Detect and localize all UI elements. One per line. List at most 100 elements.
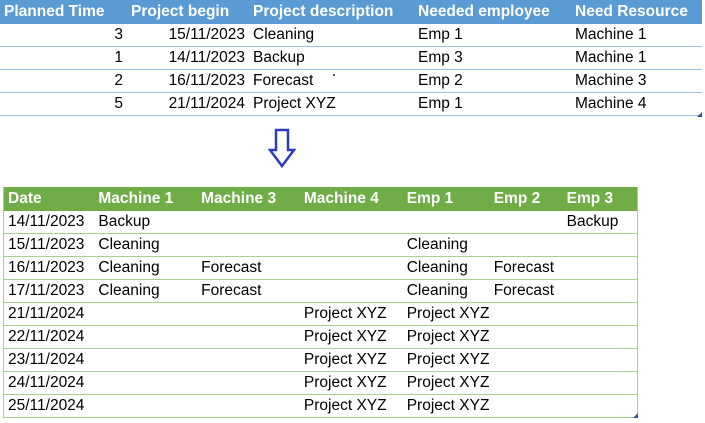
table-row: 5 21/11/2024 Project XYZ Emp 1 Machine 4 <box>0 92 702 116</box>
cell-machine-3[interactable]: Forecast <box>197 279 300 303</box>
cell-emp-1[interactable]: Project XYZ <box>402 348 490 372</box>
cell-machine-4[interactable]: Project XYZ <box>299 325 403 349</box>
cell-machine-1[interactable] <box>94 302 198 326</box>
cell-date[interactable]: 24/11/2024 <box>3 371 95 395</box>
table-resize-handle[interactable] <box>633 413 638 418</box>
cell-planned-time[interactable]: 5 <box>0 92 127 116</box>
cell-emp-1[interactable]: Project XYZ <box>402 394 490 418</box>
cell-emp-1[interactable]: Cleaning <box>402 233 490 257</box>
cell-emp-1[interactable]: Cleaning <box>402 256 490 280</box>
cell-machine-1[interactable]: Cleaning <box>94 256 198 280</box>
cell-emp-3[interactable] <box>562 394 638 418</box>
cell-emp-2[interactable] <box>489 233 563 257</box>
cell-planned-time[interactable]: 1 <box>0 46 127 70</box>
table-row: 14/11/2023 Backup Backup <box>3 211 638 234</box>
cell-emp-2[interactable]: Forecast <box>489 279 563 303</box>
cell-emp-3[interactable] <box>562 302 638 326</box>
cell-machine-3[interactable] <box>197 325 300 349</box>
cell-date[interactable]: 23/11/2024 <box>3 348 95 372</box>
header-emp-1[interactable]: Emp 1 <box>402 187 490 211</box>
header-project-description[interactable]: Project description <box>249 0 414 24</box>
cell-machine-3[interactable] <box>197 348 300 372</box>
cell-machine-4[interactable]: Project XYZ <box>299 348 403 372</box>
header-machine-1[interactable]: Machine 1 <box>94 187 198 211</box>
cell-machine-1[interactable] <box>94 371 198 395</box>
cell-machine-4[interactable] <box>299 211 403 234</box>
cell-date[interactable]: 22/11/2024 <box>3 325 95 349</box>
cell-emp-2[interactable] <box>489 325 563 349</box>
cell-date[interactable]: 16/11/2023 <box>3 256 95 280</box>
cell-needed-employee[interactable]: Emp 2 <box>414 69 571 93</box>
cell-emp-3[interactable] <box>562 348 638 372</box>
cell-machine-4[interactable] <box>299 233 403 257</box>
cell-project-begin[interactable]: 16/11/2023 <box>127 69 249 93</box>
cell-machine-3[interactable] <box>197 394 300 418</box>
cell-project-description[interactable]: Project XYZ <box>249 92 414 116</box>
cell-need-resource[interactable]: Machine 4 <box>571 92 702 116</box>
header-planned-time[interactable]: Planned Time <box>0 0 127 24</box>
header-needed-employee[interactable]: Needed employee <box>414 0 571 24</box>
cell-date[interactable]: 17/11/2023 <box>3 279 95 303</box>
cell-machine-4[interactable] <box>299 256 403 280</box>
header-need-resource[interactable]: Need Resource <box>571 0 702 24</box>
cell-needed-employee[interactable]: Emp 3 <box>414 46 571 70</box>
cell-machine-4[interactable]: Project XYZ <box>299 394 403 418</box>
cell-project-begin[interactable]: 21/11/2024 <box>127 92 249 116</box>
cell-project-description[interactable]: Backup <box>249 46 414 70</box>
cell-machine-1[interactable] <box>94 325 198 349</box>
header-machine-4[interactable]: Machine 4 <box>299 187 403 211</box>
cell-emp-1[interactable]: Cleaning <box>402 279 490 303</box>
cell-machine-1[interactable]: Cleaning <box>94 233 198 257</box>
cell-project-description[interactable]: Forecast <box>249 69 414 93</box>
cell-machine-4[interactable] <box>299 279 403 303</box>
cell-need-resource[interactable]: Machine 1 <box>571 24 702 47</box>
cell-planned-time[interactable]: 2 <box>0 69 127 93</box>
cell-emp-3[interactable] <box>562 256 638 280</box>
cell-machine-1[interactable]: Cleaning <box>94 279 198 303</box>
cell-emp-3[interactable] <box>562 371 638 395</box>
cell-machine-3[interactable] <box>197 302 300 326</box>
cell-emp-2[interactable] <box>489 302 563 326</box>
cell-emp-1[interactable] <box>402 211 490 234</box>
cell-machine-1[interactable] <box>94 394 198 418</box>
cell-emp-3[interactable] <box>562 279 638 303</box>
cell-machine-4[interactable]: Project XYZ <box>299 302 403 326</box>
cell-emp-2[interactable] <box>489 394 563 418</box>
header-date[interactable]: Date <box>3 187 95 211</box>
cell-project-description[interactable]: Cleaning <box>249 24 414 47</box>
header-emp-2[interactable]: Emp 2 <box>489 187 563 211</box>
cell-emp-3[interactable] <box>562 233 638 257</box>
cell-emp-1[interactable]: Project XYZ <box>402 371 490 395</box>
cell-planned-time[interactable]: 3 <box>0 24 127 47</box>
cell-date[interactable]: 15/11/2023 <box>3 233 95 257</box>
cell-machine-1[interactable] <box>94 348 198 372</box>
cell-need-resource[interactable]: Machine 3 <box>571 69 702 93</box>
cell-machine-1[interactable]: Backup <box>94 211 198 234</box>
cell-date[interactable]: 14/11/2023 <box>3 211 95 234</box>
cell-project-begin[interactable]: 15/11/2023 <box>127 24 249 47</box>
table-row: 3 15/11/2023 Cleaning Emp 1 Machine 1 <box>0 24 702 47</box>
cell-machine-4[interactable]: Project XYZ <box>299 371 403 395</box>
cell-machine-3[interactable] <box>197 211 300 234</box>
cell-emp-1[interactable]: Project XYZ <box>402 302 490 326</box>
cell-emp-2[interactable] <box>489 371 563 395</box>
cell-emp-2[interactable]: Forecast <box>489 256 563 280</box>
header-machine-3[interactable]: Machine 3 <box>197 187 300 211</box>
cell-emp-2[interactable] <box>489 348 563 372</box>
cell-emp-3[interactable]: Backup <box>562 211 638 234</box>
header-project-begin[interactable]: Project begin <box>127 0 249 24</box>
cell-machine-3[interactable] <box>197 371 300 395</box>
cell-needed-employee[interactable]: Emp 1 <box>414 92 571 116</box>
header-emp-3[interactable]: Emp 3 <box>562 187 638 211</box>
cell-machine-3[interactable] <box>197 233 300 257</box>
cell-emp-2[interactable] <box>489 211 563 234</box>
cell-date[interactable]: 25/11/2024 <box>3 394 95 418</box>
cell-project-begin[interactable]: 14/11/2023 <box>127 46 249 70</box>
cell-need-resource[interactable]: Machine 1 <box>571 46 702 70</box>
table-resize-handle[interactable] <box>697 112 702 117</box>
cell-date[interactable]: 21/11/2024 <box>3 302 95 326</box>
cell-machine-3[interactable]: Forecast <box>197 256 300 280</box>
cell-emp-1[interactable]: Project XYZ <box>402 325 490 349</box>
cell-emp-3[interactable] <box>562 325 638 349</box>
cell-needed-employee[interactable]: Emp 1 <box>414 24 571 47</box>
